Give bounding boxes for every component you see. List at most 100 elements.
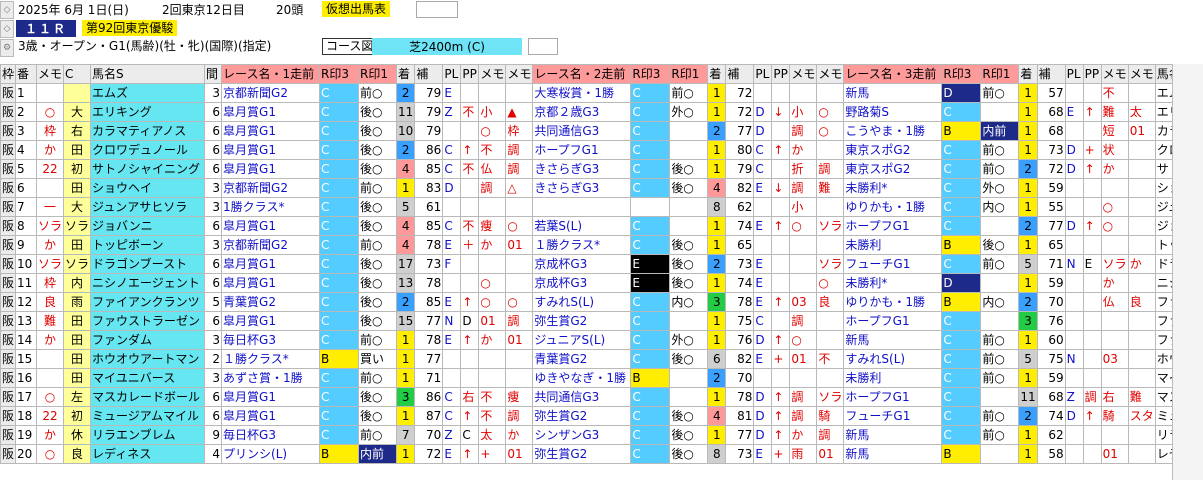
cell-r1[interactable]: 皐月賞G1: [221, 273, 321, 293]
col-header[interactable]: PL: [442, 64, 462, 84]
cell-r3[interactable]: 未勝利*: [843, 178, 943, 198]
table-row[interactable]: 阪 14 か田ファンダム 3 毎日杯G3 C 前○ 1 78 E ↑ か 01 ジュニアS(L) C 外○ 1 7…: [0, 330, 1196, 350]
col-header[interactable]: 補: [414, 64, 444, 84]
cell-name[interactable]: ファウストラーゼン: [90, 311, 206, 331]
cell-r2[interactable]: 大寒桜賞・1勝: [532, 83, 632, 103]
cell-name[interactable]: ミュージアムマイル: [90, 406, 206, 426]
prev-race-button[interactable]: ◇: [0, 1, 14, 19]
col-header[interactable]: メモ: [505, 64, 534, 84]
cell-r2[interactable]: ジュニアS(L): [532, 330, 632, 350]
col-header[interactable]: PP: [1082, 64, 1102, 84]
col-header[interactable]: R印1: [358, 64, 398, 84]
cell-r2[interactable]: 若葉S(L): [532, 216, 632, 236]
cell-r2[interactable]: 共同通信G3: [532, 121, 632, 141]
col-header[interactable]: レース名・1走前: [221, 64, 321, 84]
cell-r2[interactable]: 京成杯G3: [532, 254, 632, 274]
cell-r2[interactable]: 京成杯G3: [532, 273, 632, 293]
cell-r1[interactable]: 毎日杯G3: [221, 330, 321, 350]
col-header[interactable]: メモ: [789, 64, 818, 84]
cell-r2[interactable]: きさらぎG3: [532, 178, 632, 198]
table-row[interactable]: 阪 5 22 初サトノシャイニング 6 皐月賞G1 C 後○ 4 85 C 不仏調きさらぎG3 C 後○ 1…: [0, 159, 1196, 179]
cell-r1[interactable]: 皐月賞G1: [221, 140, 321, 160]
cell-r3[interactable]: 新馬: [843, 444, 943, 464]
cell-name[interactable]: ファイアンクランツ: [90, 292, 206, 312]
cell-r2[interactable]: ホープフG1: [532, 140, 632, 160]
cell-r2[interactable]: 弥生賞G2: [532, 406, 632, 426]
settings-icon[interactable]: ⚙: [0, 39, 14, 57]
table-row[interactable]: 阪 9 か田トッピボーン 3 京都新聞G2 C 前○ 4 78 E ＋か 01 １勝クラス* C 後○ 1 65…: [0, 235, 1196, 255]
col-header[interactable]: メモ: [1100, 64, 1129, 84]
table-row[interactable]: 阪 19 か休リラエンブレム 9 毎日杯G3 C 前○ 7 70 Z C 太かシンザンG3 C 後○ 1 77…: [0, 425, 1196, 445]
cell-r3[interactable]: ホープフG1: [843, 387, 943, 407]
col-header[interactable]: PL: [1064, 64, 1084, 84]
cell-r3[interactable]: ホープフG1: [843, 311, 943, 331]
cell-r3[interactable]: 東京スポG2: [843, 159, 943, 179]
cell-r3[interactable]: すみれS(L): [843, 349, 943, 369]
cell-r3[interactable]: ゆりかも・1勝: [843, 292, 943, 312]
course-memo-box[interactable]: [528, 38, 558, 55]
cell-name[interactable]: ドラゴンブースト: [90, 254, 206, 274]
cell-r1[interactable]: 皐月賞G1: [221, 159, 321, 179]
memo-box[interactable]: [416, 1, 458, 18]
cell-r1[interactable]: プリンシ(L): [221, 444, 321, 464]
table-row[interactable]: 阪 11 枠内ニシノエージェント 6 皐月賞G1 C 後○ 13 78 ○ 京成杯G3 E 後○ 1 74 E…: [0, 273, 1196, 293]
cell-name[interactable]: ジョバンニ: [90, 216, 206, 236]
cell-r3[interactable]: 新馬: [843, 330, 943, 350]
col-header[interactable]: メモ: [816, 64, 845, 84]
col-header[interactable]: 番: [15, 64, 38, 84]
cell-r3[interactable]: 新馬: [843, 83, 943, 103]
cell-name[interactable]: ジュンアサヒソラ: [90, 197, 206, 217]
cell-r2[interactable]: [532, 197, 632, 217]
cell-r2[interactable]: 共同通信G3: [532, 387, 632, 407]
race-number-toggle[interactable]: ◇: [0, 20, 14, 38]
cell-r3[interactable]: 新馬: [843, 425, 943, 445]
table-row[interactable]: 阪 2 ○ 大エリキング 6 皐月賞G1 C 後○ 11 79 Z 不小 ▲ 京都２歳G3 C 外○ 1 72 D ↓…: [0, 102, 1196, 122]
cell-r1[interactable]: 毎日杯G3: [221, 425, 321, 445]
table-row[interactable]: 阪 15 田ホウオウアートマン 2 １勝クラス* B 買い 1 77 青葉賞G2 C 後○ 6 82 E +0…: [0, 349, 1196, 369]
col-header[interactable]: PP: [460, 64, 480, 84]
cell-r1[interactable]: 皐月賞G1: [221, 102, 321, 122]
table-row[interactable]: 阪 3 枠右カラマティアノス 6 皐月賞G1 C 後○ 10 79 ○ 枠共同通信G3 C 2 77 D 調 ○…: [0, 121, 1196, 141]
col-header[interactable]: C: [63, 64, 92, 84]
col-header[interactable]: メモ: [36, 64, 65, 84]
cell-r1[interactable]: あずさ賞・1勝: [221, 368, 321, 388]
table-row[interactable]: 阪 4 か田クロワデュノール 6 皐月賞G1 C 後○ 2 86 C ↑ 不調ホープフG1 C 1 80 C ↑…: [0, 140, 1196, 160]
cell-r3[interactable]: こうやま・1勝: [843, 121, 943, 141]
col-header[interactable]: R印3: [941, 64, 982, 84]
cell-name[interactable]: サトノシャイニング: [90, 159, 206, 179]
cell-r2[interactable]: 弥生賞G2: [532, 444, 632, 464]
col-header[interactable]: R印1: [980, 64, 1020, 84]
cell-r3[interactable]: ゆりかも・1勝: [843, 197, 943, 217]
table-row[interactable]: 阪 17 ○ 左マスカレードボール 6 皐月賞G1 C 後○ 3 86 C 右不痩共同通信G3 C 1 78…: [0, 387, 1196, 407]
cell-name[interactable]: クロワデュノール: [90, 140, 206, 160]
table-row[interactable]: 阪 10 ソラ ソラ ドラゴンブースト 6 皐月賞G1 C 後○ 17 73 F 京成杯G3 E 後○ 2 73…: [0, 254, 1196, 274]
cell-r2[interactable]: ゆきやなぎ・1勝: [532, 368, 632, 388]
table-row[interactable]: 阪 7 一大ジュンアサヒソラ 3 1勝クラス* C 後○ 5 61 8 62 小ゆりかも・1勝 C 内○ 1…: [0, 197, 1196, 217]
col-header[interactable]: 馬名S: [90, 64, 206, 84]
col-header[interactable]: R印3: [630, 64, 671, 84]
table-row[interactable]: 阪 18 22 初ミュージアムマイル 6 皐月賞G1 C 後○ 1 87 C ↑ 不調弥生賞G2 C 後○ 4…: [0, 406, 1196, 426]
cell-name[interactable]: マイユニバース: [90, 368, 206, 388]
table-row[interactable]: 阪 6 田ショウヘイ 3 京都新聞G2 C 前○ 1 83 D 調 △ きさらぎG3 C 後○ 4 82 E ↓ 調難…: [0, 178, 1196, 198]
col-header[interactable]: 補: [725, 64, 755, 84]
cell-name[interactable]: ショウヘイ: [90, 178, 206, 198]
cell-r2[interactable]: 青葉賞G2: [532, 349, 632, 369]
cell-r3[interactable]: フューチG1: [843, 406, 943, 426]
cell-name[interactable]: トッピボーン: [90, 235, 206, 255]
cell-r3[interactable]: 東京スポG2: [843, 140, 943, 160]
col-header[interactable]: メモ: [478, 64, 507, 84]
col-header[interactable]: 枠: [0, 64, 17, 84]
cell-r1[interactable]: 京都新聞G2: [221, 178, 321, 198]
cell-r3[interactable]: 未勝利*: [843, 273, 943, 293]
cell-r1[interactable]: 皐月賞G1: [221, 254, 321, 274]
course-map-button[interactable]: コース図: [322, 38, 378, 55]
col-header[interactable]: 着: [396, 64, 416, 84]
cell-name[interactable]: カラマティアノス: [90, 121, 206, 141]
cell-r1[interactable]: 皐月賞G1: [221, 216, 321, 236]
cell-name[interactable]: エリキング: [90, 102, 206, 122]
col-header[interactable]: レース名・3走前: [843, 64, 943, 84]
cell-name[interactable]: ニシノエージェント: [90, 273, 206, 293]
cell-r2[interactable]: きさらぎG3: [532, 159, 632, 179]
cell-r1[interactable]: 皐月賞G1: [221, 121, 321, 141]
cell-r1[interactable]: 京都新聞G2: [221, 83, 321, 103]
